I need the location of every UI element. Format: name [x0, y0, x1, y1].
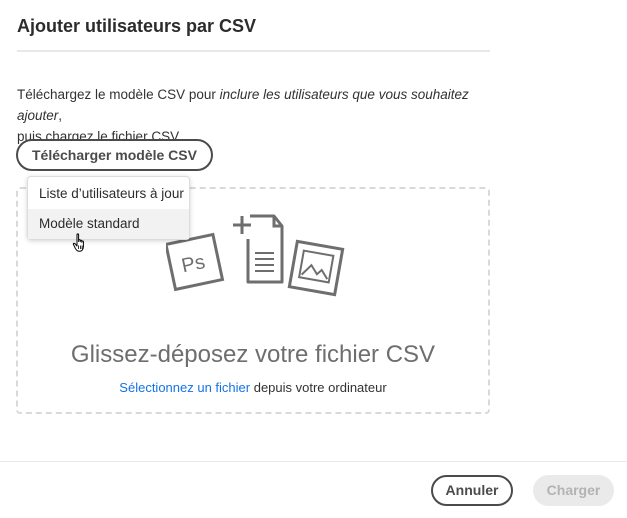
hand-pointer-cursor-icon [72, 233, 84, 252]
dropzone-title: Glissez-déposez votre fichier CSV [70, 341, 436, 368]
dropzone-illustration: Ps [166, 214, 345, 297]
description-text-2: , [58, 108, 63, 123]
cancel-button[interactable]: Annuler [431, 475, 513, 506]
add-document-icon [233, 214, 284, 284]
menu-item-updated-user-list[interactable]: Liste d’utilisateurs à jour [28, 179, 189, 209]
download-template-button[interactable]: Télécharger modèle CSV [16, 139, 213, 171]
menu-item-standard-template[interactable]: Modèle standard [28, 209, 189, 239]
csv-upload-dialog: Ajouter utilisateurs par CSV Téléchargez… [0, 0, 627, 518]
photoshop-file-icon: Ps [166, 232, 225, 292]
upload-button[interactable]: Charger [533, 475, 614, 506]
dialog-title: Ajouter utilisateurs par CSV [17, 16, 257, 36]
dialog-description: Téléchargez le modèle CSV pour inclure l… [17, 84, 487, 147]
description-text-1: Téléchargez le modèle CSV pour [17, 87, 220, 102]
footer-divider [0, 461, 627, 462]
dropzone-subtitle: Sélectionnez un fichier depuis votre ord… [18, 380, 488, 395]
image-file-icon [287, 239, 345, 297]
select-file-link[interactable]: Sélectionnez un fichier [119, 380, 250, 395]
title-divider [17, 50, 490, 52]
template-dropdown-menu: Liste d’utilisateurs à jour Modèle stand… [27, 176, 190, 240]
dropzone-subtitle-rest: depuis votre ordinateur [250, 380, 387, 395]
